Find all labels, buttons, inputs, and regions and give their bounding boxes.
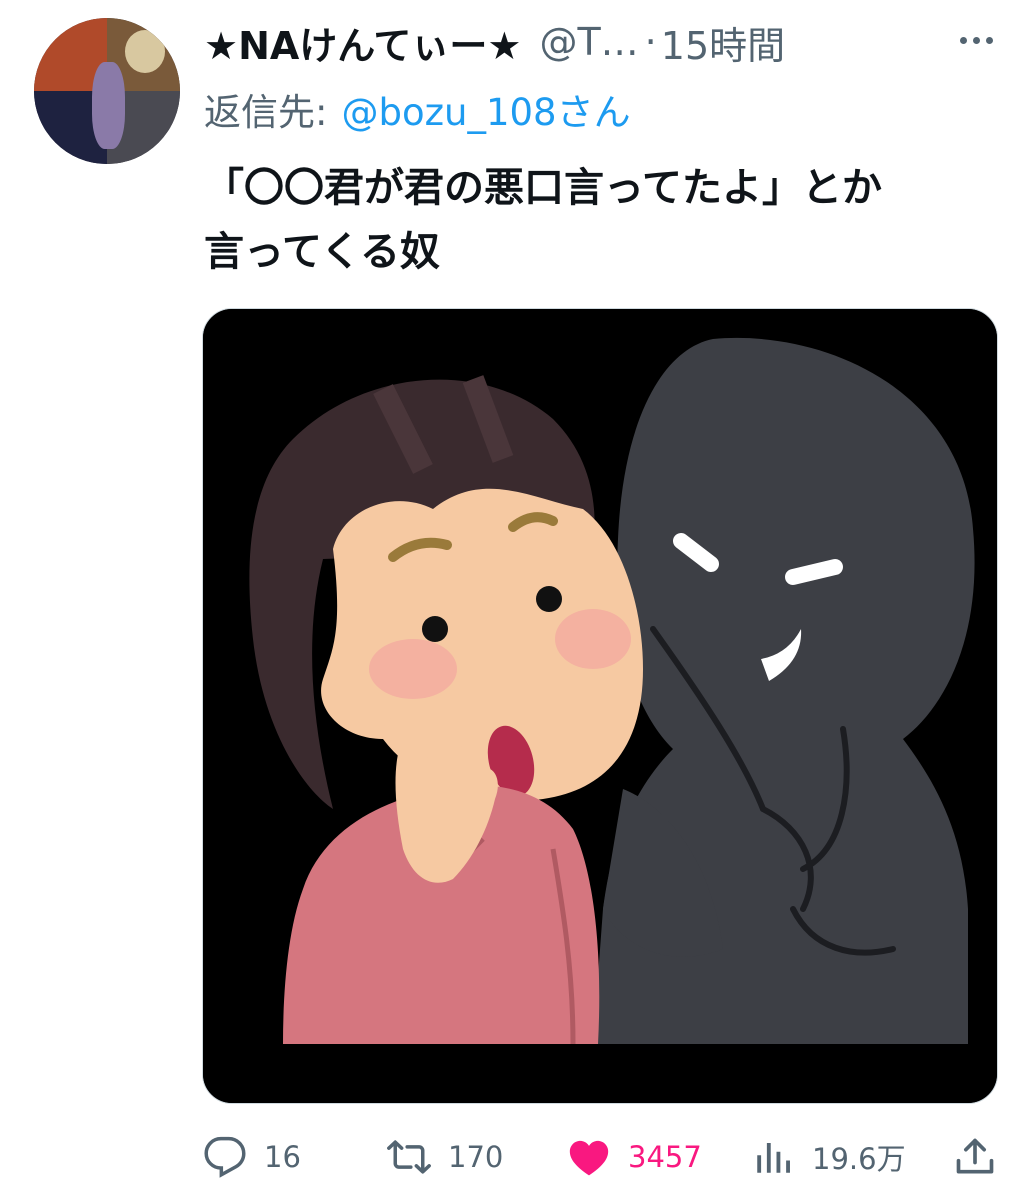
tweet-text-line: 言ってくる奴 — [204, 229, 440, 275]
reply-icon — [200, 1132, 250, 1182]
display-name[interactable]: ★NAけんてぃー★ — [204, 15, 521, 70]
retweet-icon — [384, 1132, 434, 1182]
reply-prefix: 返信先: — [204, 91, 328, 134]
views-button[interactable]: 19.6万 — [748, 1124, 906, 1190]
user-handle[interactable]: @T… — [539, 20, 638, 64]
avatar[interactable] — [34, 18, 180, 164]
like-button[interactable]: 3457 — [564, 1124, 702, 1190]
timestamp[interactable]: 15時間 — [661, 15, 785, 70]
shadow-figure — [593, 337, 975, 1044]
retweet-button[interactable]: 170 — [384, 1124, 503, 1190]
tweet-media[interactable] — [202, 308, 998, 1104]
heart-icon — [564, 1132, 614, 1182]
like-count: 3457 — [628, 1140, 702, 1174]
more-icon[interactable] — [948, 20, 1004, 60]
tweet-text-line: 「〇〇君が君の悪口言ってたよ」とか — [204, 165, 882, 211]
action-bar: 16 170 3457 19.6万 — [0, 1124, 1031, 1190]
views-icon — [748, 1132, 798, 1182]
retweet-count: 170 — [448, 1140, 504, 1174]
tweet-text: 「〇〇君が君の悪口言ってたよ」とか 言ってくる奴 — [204, 156, 1004, 284]
reply-button[interactable]: 16 — [200, 1124, 301, 1190]
share-button[interactable] — [950, 1124, 1000, 1190]
separator: · — [644, 20, 657, 64]
share-icon — [950, 1132, 1000, 1182]
reply-context: 返信先: @bozu_108さん — [204, 82, 631, 136]
reply-count: 16 — [264, 1140, 301, 1174]
illustration-whisper-image — [203, 309, 997, 1103]
reply-to-link[interactable]: @bozu_108さん — [341, 82, 630, 136]
views-count: 19.6万 — [812, 1142, 906, 1176]
tweet-header: ★NAけんてぃー★ @T… · 15時間 — [204, 14, 785, 70]
tweet: ★NAけんてぃー★ @T… · 15時間 返信先: @bozu_108さん 「〇… — [0, 0, 1031, 1200]
